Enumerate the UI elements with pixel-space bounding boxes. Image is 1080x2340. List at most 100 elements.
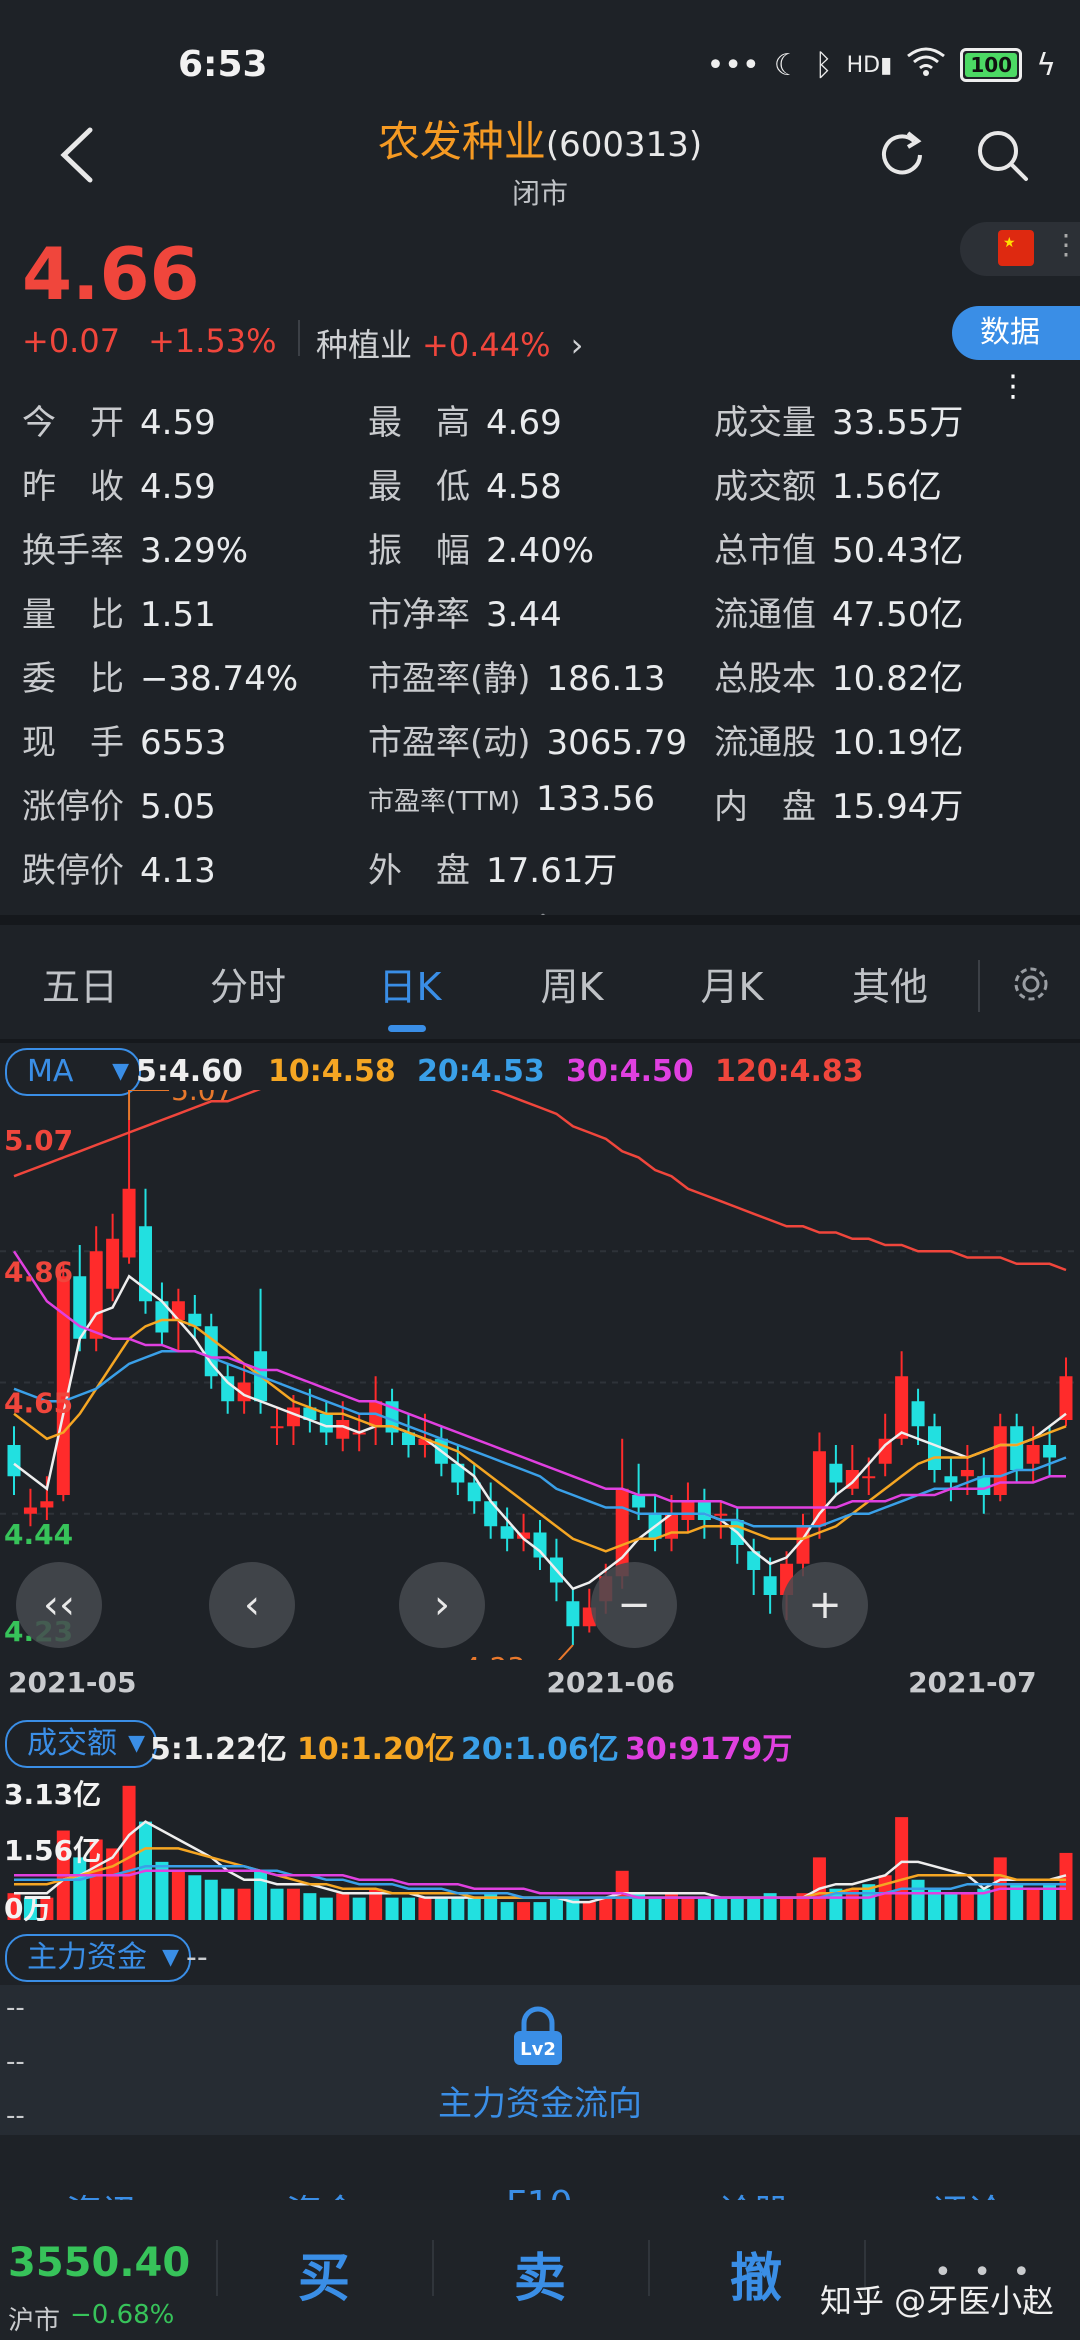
ma-item: 120:4.83 bbox=[715, 1054, 864, 1089]
tab-3[interactable]: 周K bbox=[502, 935, 642, 1039]
stat-label: 流通股 bbox=[714, 723, 816, 763]
candle-body bbox=[714, 1513, 728, 1516]
volume-ma-line-5 bbox=[14, 1820, 1067, 1904]
stat-label: 市盈率(TTM) bbox=[368, 787, 521, 817]
volume-bar bbox=[418, 1897, 432, 1920]
tab-4[interactable]: 月K bbox=[662, 935, 802, 1039]
y-axis-label: 4.86 bbox=[4, 1255, 73, 1288]
candle-body bbox=[319, 1413, 333, 1433]
candle-body bbox=[862, 1476, 876, 1479]
stat-label: 振 幅 bbox=[368, 531, 470, 571]
stat-label: 换手率 bbox=[22, 531, 124, 571]
volume-bar bbox=[944, 1893, 958, 1920]
battery-icon: 100 bbox=[960, 48, 1023, 82]
stat-label: 最 高 bbox=[368, 403, 470, 443]
more-vertical-icon: ⋮ bbox=[998, 369, 1028, 404]
ma-item: 5:4.60 bbox=[136, 1054, 243, 1089]
divider bbox=[298, 320, 300, 356]
volume-indicator-selector[interactable]: 成交额 ▼ bbox=[5, 1720, 157, 1768]
volume-bar bbox=[336, 1893, 350, 1920]
volume-chart[interactable]: 3.13亿 1.56亿 0万 bbox=[0, 1770, 1080, 1922]
double-chevron-left-icon: ‹‹ bbox=[43, 1582, 75, 1628]
stat-label: 流通值 bbox=[714, 595, 816, 635]
stat-item: 市盈率(静) 186.13 bbox=[368, 651, 666, 700]
current-price: 4.66 bbox=[22, 232, 200, 316]
cancel-order-button[interactable]: 撤 bbox=[730, 2236, 782, 2311]
stat-item: 总股本 10.82亿 bbox=[714, 651, 963, 700]
stat-label: 总股本 bbox=[714, 659, 816, 699]
plus-icon: + bbox=[808, 1582, 842, 1628]
candle-body bbox=[270, 1426, 284, 1429]
candle-body bbox=[928, 1426, 941, 1470]
volume-ma-line-30 bbox=[14, 1869, 1066, 1899]
flag-button[interactable]: ★ ⋮ bbox=[960, 222, 1080, 276]
volume-bar bbox=[467, 1897, 481, 1920]
sell-button[interactable]: 卖 bbox=[514, 2236, 566, 2311]
volume-axis-label: 0万 bbox=[4, 1892, 51, 1922]
stat-label: 外 盘 bbox=[368, 851, 470, 891]
lock-icon: Lv2 bbox=[508, 2005, 568, 2069]
tab-5[interactable]: 其他 bbox=[820, 935, 960, 1039]
date-label: 2021-05 bbox=[8, 1666, 137, 1699]
sector-link[interactable]: 种植业 +0.44% › bbox=[316, 320, 583, 366]
volume-bar bbox=[254, 1870, 268, 1920]
stat-label: 市盈率(静) bbox=[368, 659, 531, 699]
chevron-right-icon: › bbox=[434, 1582, 450, 1628]
signal-icon: HD▮ bbox=[846, 52, 893, 78]
svg-text:★: ★ bbox=[1003, 235, 1016, 251]
ma-line-20 bbox=[13, 1350, 1067, 1528]
volume-bar bbox=[171, 1870, 185, 1920]
kline-chart[interactable]: 5.074.864.654.444.235.074.23 bbox=[0, 1090, 1080, 1660]
stat-value: 3065.79 bbox=[546, 723, 688, 763]
volume-bar bbox=[911, 1879, 925, 1920]
volume-bar bbox=[434, 1897, 448, 1920]
chart-settings-button[interactable] bbox=[1010, 963, 1052, 1005]
candle-body bbox=[566, 1601, 580, 1627]
volume-selector-label: 成交额 bbox=[27, 1726, 117, 1761]
stat-value: 1.56亿 bbox=[832, 467, 942, 507]
buy-button[interactable]: 买 bbox=[298, 2236, 350, 2311]
lock-badge: Lv2 bbox=[520, 2039, 556, 2060]
volume-bar bbox=[204, 1879, 218, 1920]
tab-0[interactable]: 五日 bbox=[10, 935, 150, 1039]
section-divider bbox=[0, 915, 1080, 925]
stat-item: 流通股 10.19亿 bbox=[714, 715, 963, 764]
refresh-button[interactable] bbox=[872, 125, 932, 185]
scroll-right-button[interactable]: › bbox=[399, 1562, 485, 1648]
data-button[interactable]: 数据 ⋮ bbox=[952, 306, 1080, 404]
stat-value: 4.59 bbox=[140, 467, 216, 507]
tab-1[interactable]: 分时 bbox=[178, 935, 318, 1039]
candle-body bbox=[286, 1407, 300, 1427]
stat-value: −38.74% bbox=[140, 659, 299, 699]
zoom-in-button[interactable]: + bbox=[782, 1562, 868, 1648]
date-label: 2021-07 bbox=[908, 1666, 1037, 1699]
index-value[interactable]: 3550.40 bbox=[8, 2240, 190, 2286]
volume-item: 10:1.20亿 bbox=[297, 1732, 455, 1767]
ma-item: 30:4.50 bbox=[566, 1054, 694, 1089]
scroll-to-start-button[interactable]: ‹‹ bbox=[16, 1562, 102, 1648]
stat-item: 成交额 1.56亿 bbox=[714, 459, 942, 508]
stat-item: 涨停价 5.05 bbox=[22, 779, 216, 828]
dropdown-icon: ▼ bbox=[162, 1945, 179, 1970]
money-flow-selector[interactable]: 主力资金 ▼ bbox=[5, 1934, 191, 1982]
search-button[interactable] bbox=[972, 125, 1032, 185]
indicator-selector[interactable]: MA ▼ bbox=[5, 1048, 141, 1096]
stat-item: 市盈率(动) 3065.79 bbox=[368, 715, 687, 764]
search-icon bbox=[978, 131, 1028, 181]
status-time: 6:53 bbox=[178, 44, 268, 85]
stat-value: 47.50亿 bbox=[832, 595, 964, 635]
ma-line-30 bbox=[12, 1250, 1066, 1509]
tab-2[interactable]: 日K bbox=[340, 935, 480, 1039]
ma-item: 20:4.53 bbox=[417, 1054, 545, 1089]
money-flow-label[interactable]: 主力资金流向 bbox=[0, 2076, 1080, 2125]
zoom-out-button[interactable]: − bbox=[591, 1562, 677, 1648]
stat-label: 市盈率(动) bbox=[368, 723, 531, 763]
active-tab-indicator bbox=[388, 1025, 426, 1032]
wifi-icon bbox=[906, 46, 946, 84]
data-button-label: 数据 bbox=[980, 315, 1040, 350]
divider bbox=[216, 2240, 218, 2296]
divider bbox=[648, 2240, 650, 2296]
dropdown-icon: ▼ bbox=[128, 1731, 145, 1756]
scroll-left-button[interactable]: ‹ bbox=[209, 1562, 295, 1648]
volume-ma-line-10 bbox=[14, 1847, 1066, 1899]
